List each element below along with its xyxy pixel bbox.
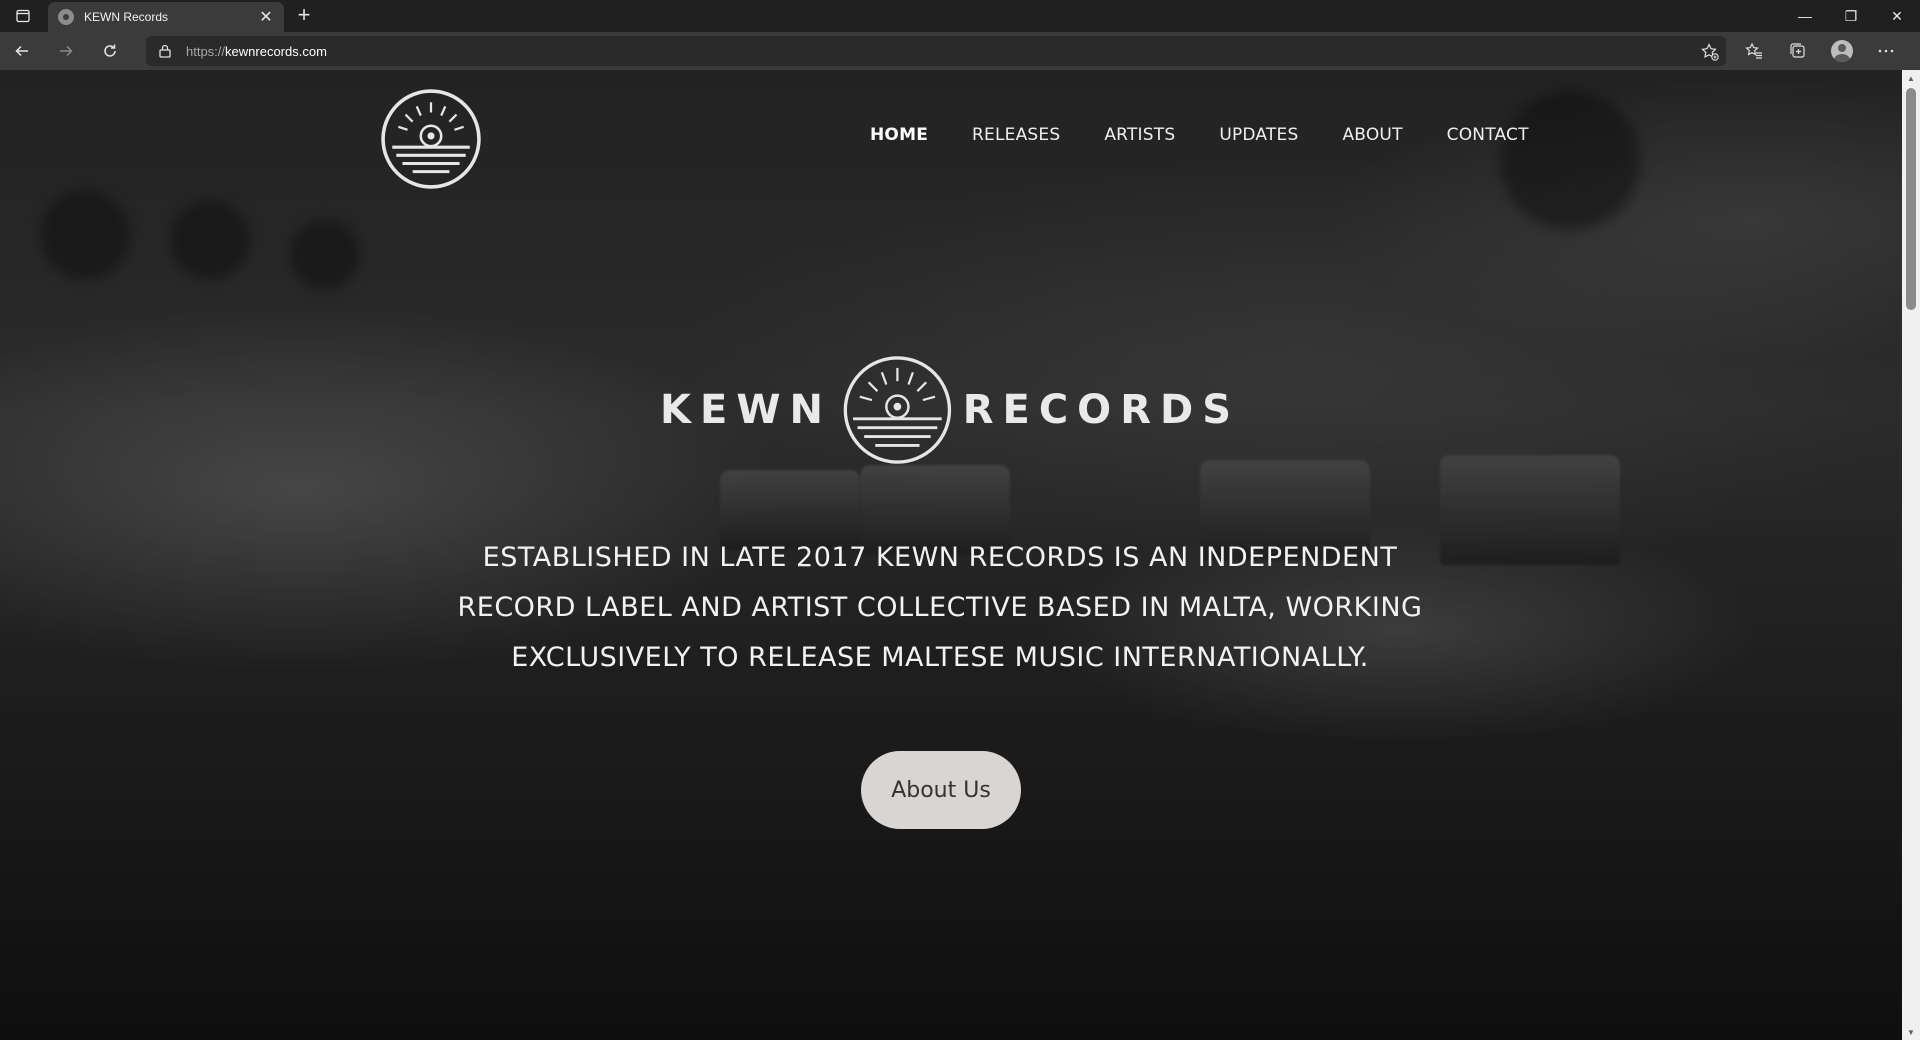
about-us-button[interactable]: About Us	[861, 751, 1021, 829]
site-favicon-icon	[58, 9, 74, 25]
collections-button[interactable]	[1776, 32, 1820, 70]
more-dots-icon	[1878, 49, 1894, 53]
brand-word-left: KEWN	[660, 387, 832, 433]
main-navigation: HOME RELEASES ARTISTS UPDATES ABOUT CONT…	[870, 125, 1529, 145]
url-host: kewnrecords.com	[225, 43, 327, 59]
nav-releases-link[interactable]: RELEASES	[972, 125, 1060, 145]
arrow-right-icon	[60, 45, 73, 57]
browser-tab[interactable]: KEWN Records ✕	[48, 2, 284, 32]
hero-line: RECORD LABEL AND ARTIST COLLECTIVE BASED…	[457, 592, 1423, 623]
restore-button[interactable]: ❐	[1828, 0, 1874, 32]
browser-tab-bar: KEWN Records ✕ + — ❐ ✕	[0, 0, 1920, 32]
tab-actions-button[interactable]	[0, 0, 46, 32]
scroll-up-icon[interactable]: ▲	[1902, 70, 1920, 86]
hero-description: ESTABLISHED IN LATE 2017 KEWN RECORDS IS…	[360, 533, 1520, 683]
window-close-button[interactable]: ✕	[1874, 0, 1920, 32]
new-tab-button[interactable]: +	[290, 4, 318, 28]
tab-actions-icon	[16, 9, 30, 23]
profile-avatar-icon	[1831, 40, 1853, 62]
refresh-button[interactable]	[88, 32, 132, 70]
lock-icon[interactable]	[158, 44, 172, 58]
nav-updates-link[interactable]: UPDATES	[1219, 125, 1298, 145]
window-controls: — ❐ ✕	[1782, 0, 1920, 32]
collections-icon	[1790, 43, 1805, 58]
forward-button[interactable]	[44, 32, 88, 70]
favorites-icon	[1745, 42, 1762, 59]
hero-line: EXCLUSIVELY TO RELEASE MALTESE MUSIC INT…	[511, 642, 1369, 673]
back-button[interactable]	[0, 32, 44, 70]
browser-toolbar: https://kewnrecords.com	[0, 32, 1920, 70]
nav-contact-link[interactable]: CONTACT	[1447, 125, 1529, 145]
nav-about-link[interactable]: ABOUT	[1342, 125, 1402, 145]
page-scrollbar[interactable]: ▲ ▼	[1902, 70, 1920, 1040]
nav-home-link[interactable]: HOME	[870, 125, 928, 145]
add-favorite-icon[interactable]	[1700, 42, 1720, 62]
favorites-button[interactable]	[1732, 32, 1776, 70]
scrollbar-thumb[interactable]	[1906, 88, 1916, 310]
site-logo[interactable]	[380, 88, 482, 190]
tab-close-icon[interactable]: ✕	[258, 7, 274, 27]
hero-line: ESTABLISHED IN LATE 2017 KEWN RECORDS IS…	[482, 542, 1398, 573]
brand-word-right: RECORDS	[962, 387, 1240, 433]
address-bar[interactable]: https://kewnrecords.com	[146, 36, 1726, 66]
settings-more-button[interactable]	[1864, 32, 1908, 70]
nav-artists-link[interactable]: ARTISTS	[1104, 125, 1175, 145]
page-viewport: HOME RELEASES ARTISTS UPDATES ABOUT CONT…	[0, 70, 1902, 1040]
brand-emblem-icon	[843, 356, 952, 464]
refresh-icon	[104, 44, 116, 57]
arrow-left-icon	[15, 45, 28, 57]
url-protocol: https://	[186, 43, 226, 59]
profile-button[interactable]	[1820, 32, 1864, 70]
scroll-down-icon[interactable]: ▼	[1902, 1024, 1920, 1040]
toolbar-right-tools	[1732, 32, 1908, 70]
tab-title: KEWN Records	[84, 10, 169, 24]
hero-brand-logo: KEWN RECORDS	[660, 348, 1240, 472]
url-text[interactable]: https://kewnrecords.com	[186, 44, 327, 59]
minimize-button[interactable]: —	[1782, 0, 1828, 32]
